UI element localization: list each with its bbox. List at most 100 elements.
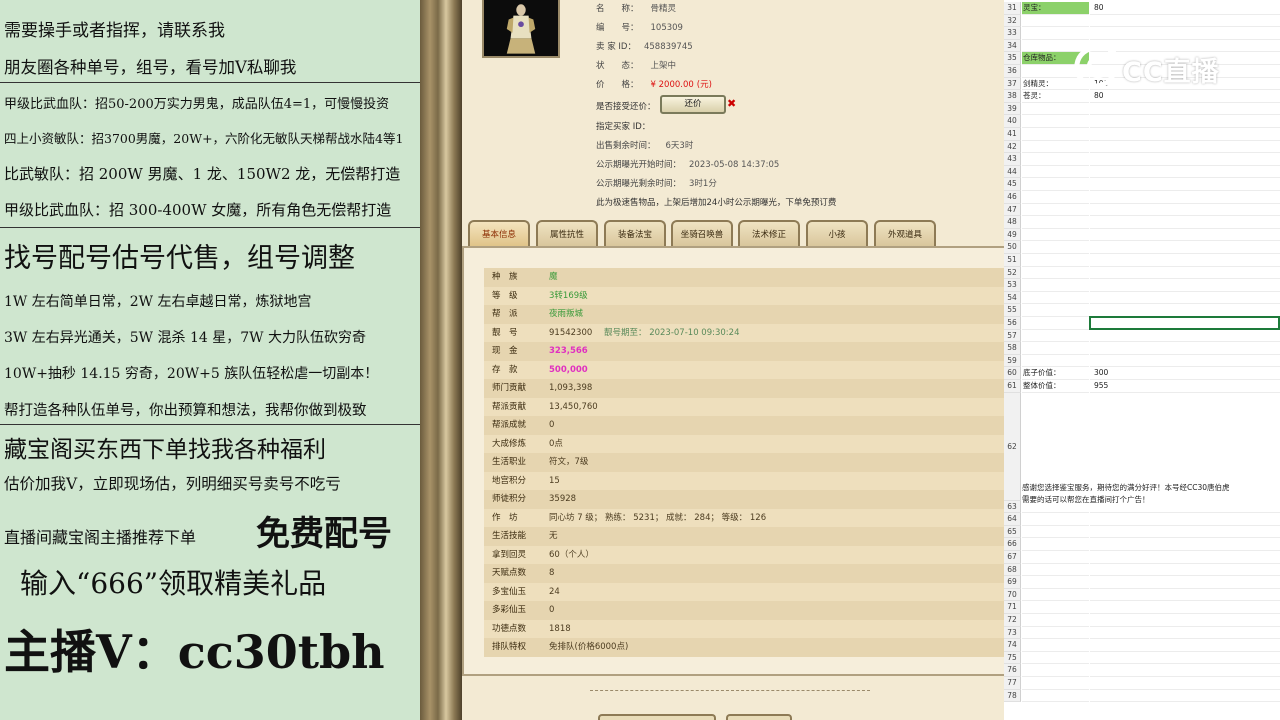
cell-a[interactable]	[1022, 564, 1089, 577]
cell-a[interactable]	[1022, 128, 1089, 141]
cell-b[interactable]	[1090, 652, 1280, 665]
tab-equipment[interactable]: 装备法宝	[604, 220, 666, 246]
cell-b[interactable]	[1090, 27, 1280, 40]
close-icon[interactable]: ✖	[727, 97, 736, 110]
cell-b[interactable]: 80	[1090, 2, 1280, 15]
tab-children[interactable]: 小孩	[806, 220, 868, 246]
bottom-button[interactable]	[598, 714, 716, 720]
cell-b[interactable]	[1090, 279, 1280, 292]
exposure-start: 公示期曝光开始时间： 2023-05-08 14:37:05	[596, 160, 780, 170]
cell-b[interactable]	[1090, 551, 1280, 564]
cell-b[interactable]	[1090, 128, 1280, 141]
cell-a[interactable]	[1022, 601, 1089, 614]
row-number: 49	[1004, 228, 1021, 242]
tab-mounts-summons[interactable]: 坐骑召唤兽	[671, 220, 733, 246]
cell-b[interactable]	[1090, 204, 1280, 217]
cell-a[interactable]	[1022, 690, 1089, 703]
cell-a[interactable]	[1022, 27, 1089, 40]
cell-b[interactable]	[1090, 526, 1280, 539]
cell-a[interactable]	[1022, 141, 1089, 154]
cell-b[interactable]	[1090, 267, 1280, 280]
cell-a[interactable]	[1022, 627, 1089, 640]
cell-a[interactable]	[1022, 551, 1089, 564]
cell-b[interactable]	[1090, 664, 1280, 677]
cell-b[interactable]	[1090, 241, 1280, 254]
cell-a[interactable]	[1022, 652, 1089, 665]
tab-appearance[interactable]: 外观道具	[874, 220, 936, 246]
cell-a[interactable]	[1022, 254, 1089, 267]
cell-b[interactable]	[1090, 355, 1280, 368]
row-number: 42	[1004, 140, 1021, 154]
cell-b[interactable]	[1090, 292, 1280, 305]
cell-a[interactable]	[1022, 178, 1089, 191]
info-row-label: 师徒积分	[492, 494, 527, 504]
cell-b[interactable]	[1090, 564, 1280, 577]
cell-a[interactable]	[1022, 229, 1089, 242]
row-number: 64	[1004, 513, 1021, 526]
cell-a[interactable]	[1022, 304, 1089, 317]
cell-b[interactable]	[1090, 229, 1280, 242]
cell-a[interactable]	[1022, 330, 1089, 343]
cell-b[interactable]	[1090, 576, 1280, 589]
cell-b[interactable]	[1090, 614, 1280, 627]
cell-b[interactable]	[1090, 639, 1280, 652]
cell-b[interactable]	[1090, 342, 1280, 355]
bottom-button[interactable]	[726, 714, 792, 720]
cell-a[interactable]	[1022, 639, 1089, 652]
cell-a[interactable]	[1022, 103, 1089, 116]
cell-b[interactable]	[1090, 216, 1280, 229]
cell-a[interactable]	[1022, 216, 1089, 229]
cell-b[interactable]	[1090, 690, 1280, 703]
cell-b[interactable]	[1090, 191, 1280, 204]
cell-a[interactable]	[1022, 526, 1089, 539]
cell-a[interactable]	[1022, 589, 1089, 602]
cell-b[interactable]: 300	[1090, 367, 1280, 380]
cell-b[interactable]	[1090, 103, 1280, 116]
cell-a[interactable]	[1022, 166, 1089, 179]
cell-b[interactable]	[1090, 153, 1280, 166]
cell-b[interactable]	[1090, 15, 1280, 28]
cell-a[interactable]: 底子价值：	[1022, 367, 1089, 380]
cell-b[interactable]	[1090, 589, 1280, 602]
cell-b[interactable]	[1090, 627, 1280, 640]
cell-a[interactable]	[1022, 241, 1089, 254]
tab-attributes[interactable]: 属性抗性	[536, 220, 598, 246]
bargain-button[interactable]: 还价	[660, 95, 726, 114]
cell-b[interactable]	[1090, 178, 1280, 191]
cell-b[interactable]: 80	[1090, 90, 1280, 103]
selected-cell[interactable]	[1089, 316, 1280, 330]
cell-a[interactable]	[1022, 15, 1089, 28]
cell-a[interactable]	[1022, 267, 1089, 280]
cell-a[interactable]	[1022, 677, 1089, 690]
cell-a[interactable]	[1022, 115, 1089, 128]
cell-a[interactable]	[1022, 513, 1089, 526]
cell-a[interactable]	[1022, 317, 1089, 330]
cell-b[interactable]: 955	[1090, 380, 1280, 393]
cell-a[interactable]	[1022, 292, 1089, 305]
cell-a[interactable]: 灵宝：	[1022, 2, 1089, 15]
tab-spell-correction[interactable]: 法术修正	[738, 220, 800, 246]
cell-b[interactable]	[1090, 166, 1280, 179]
cell-a[interactable]	[1022, 342, 1089, 355]
cell-a[interactable]	[1022, 538, 1089, 551]
cell-a[interactable]	[1022, 153, 1089, 166]
cell-b[interactable]	[1090, 254, 1280, 267]
cell-a[interactable]	[1022, 664, 1089, 677]
cell-b[interactable]	[1090, 330, 1280, 343]
cell-a[interactable]	[1022, 204, 1089, 217]
cell-a[interactable]	[1022, 279, 1089, 292]
cell-a[interactable]	[1022, 614, 1089, 627]
cell-b[interactable]	[1090, 141, 1280, 154]
cell-b[interactable]	[1090, 601, 1280, 614]
cell-b[interactable]	[1090, 115, 1280, 128]
cell-a[interactable]: 苍灵：	[1022, 90, 1089, 103]
cell-b[interactable]	[1090, 677, 1280, 690]
cell-a[interactable]	[1022, 355, 1089, 368]
cell-b[interactable]	[1090, 538, 1280, 551]
tab-basic-info[interactable]: 基本信息	[468, 220, 530, 246]
cell-a[interactable]	[1022, 576, 1089, 589]
cell-a[interactable]: 整体价值：	[1022, 380, 1089, 393]
cell-b[interactable]	[1090, 513, 1280, 526]
sheet-row: 78	[1004, 689, 1280, 703]
cell-a[interactable]	[1022, 191, 1089, 204]
